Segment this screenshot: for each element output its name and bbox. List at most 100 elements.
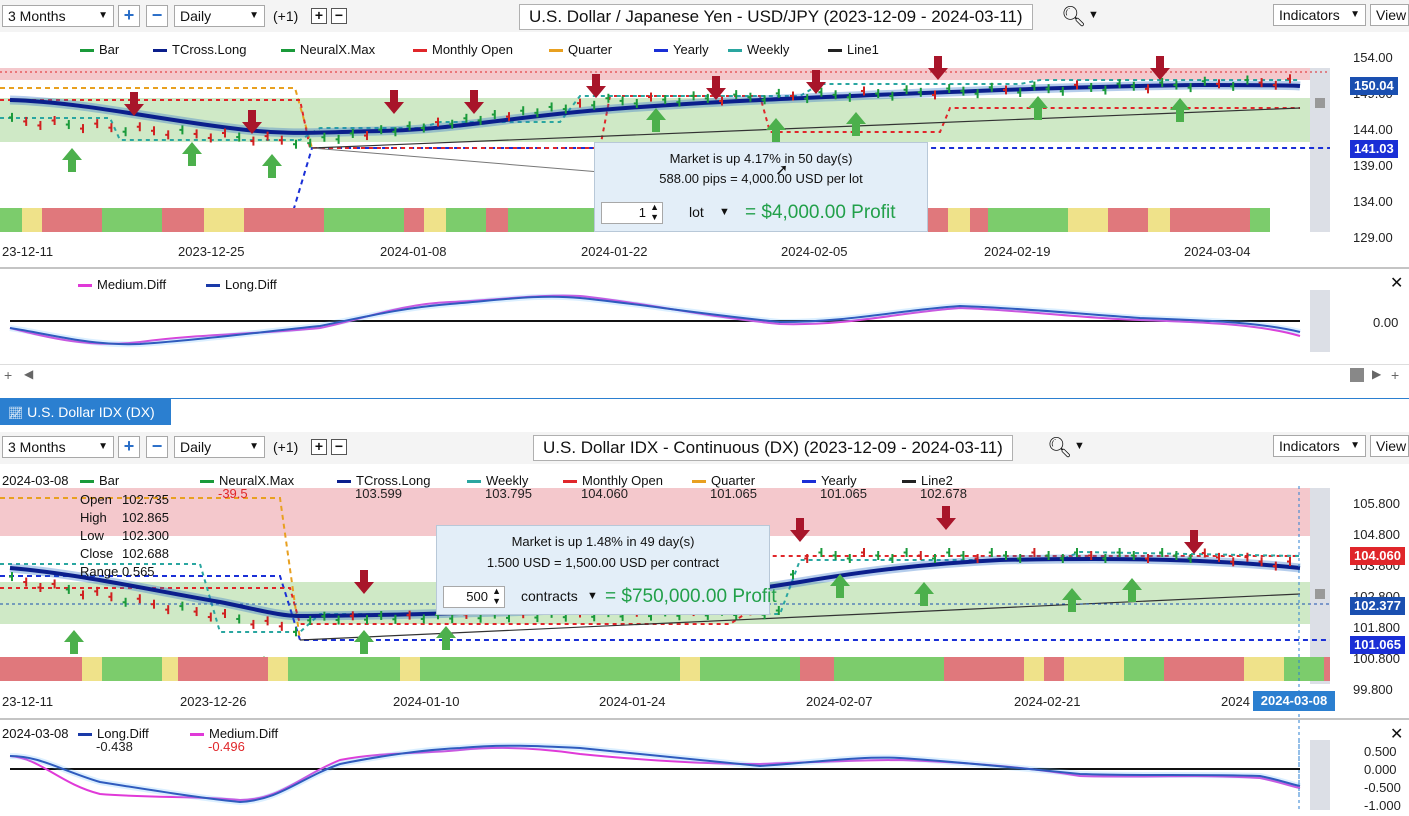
legend-item[interactable]: Line1 [828, 42, 879, 57]
expand-button[interactable]: + [311, 439, 327, 455]
chevron-down-icon: ▼ [1350, 440, 1360, 451]
legend-item[interactable]: Medium.Diff [78, 277, 166, 292]
sentiment-cell [82, 657, 102, 681]
legend-swatch [549, 49, 563, 53]
zoom-in-button[interactable]: + [118, 5, 140, 27]
chevron-down-icon[interactable]: ▼ [1088, 9, 1099, 21]
indicators-button[interactable]: Indicators ▼ [1273, 4, 1366, 26]
legend-item[interactable]: Long.Diff [206, 277, 277, 292]
search-icon[interactable]: 🔍︎ [1061, 4, 1086, 29]
zoom-in-button[interactable]: + [118, 436, 140, 458]
buy-arrow-icon [262, 154, 282, 178]
range-select[interactable]: 3 Months ▼ [2, 436, 114, 458]
sentiment-cell [1244, 657, 1284, 681]
legend-item[interactable]: Quarter [549, 42, 612, 57]
interval-select[interactable]: Daily ▼ [174, 436, 265, 458]
sentiment-cell [288, 657, 300, 681]
date-tick: 2024-01-10 [393, 694, 460, 709]
quantity-stepper[interactable]: 1 ▲ ▼ [601, 202, 663, 224]
expand-button[interactable]: + [311, 8, 327, 24]
chart-tab-bar: 📈︎ U.S. Dollar IDX (DX) [0, 398, 1409, 427]
sentiment-cell [268, 657, 288, 681]
legend-swatch [80, 480, 94, 484]
scroll-left-icon[interactable]: ◀ [24, 367, 33, 381]
stepper-arrows-icon[interactable]: ▲ ▼ [650, 202, 659, 222]
view-button[interactable]: View [1370, 4, 1409, 26]
unit-select[interactable]: contracts [521, 588, 578, 604]
interval-select[interactable]: Daily ▼ [174, 5, 265, 27]
legend-item[interactable]: Monthly Open [413, 42, 513, 57]
collapse-button[interactable]: − [331, 8, 347, 24]
price-tag: 104.060 [1350, 547, 1405, 565]
sentiment-cell [404, 208, 424, 232]
date-tick: 23-12-11 [2, 244, 54, 259]
zoom-out-button[interactable]: − [146, 5, 168, 27]
quantity-stepper[interactable]: 500 ▲ ▼ [443, 586, 505, 608]
date-tick: 2023-12-26 [180, 694, 247, 709]
legend-swatch [190, 733, 204, 737]
scroll-right-icon[interactable]: ▶ [1372, 367, 1381, 381]
plus-icon[interactable]: + [1391, 367, 1399, 383]
view-button[interactable]: View [1370, 435, 1409, 457]
legend-item[interactable]: NeuralX.Max [281, 42, 375, 57]
dx-main-chart[interactable] [0, 464, 1409, 816]
date-tick: 2024-02-19 [984, 244, 1051, 259]
sentiment-cell [178, 657, 268, 681]
chart-icon: 📈︎ [8, 406, 24, 420]
zoom-out-button[interactable]: − [146, 436, 168, 458]
date-tick: 2024-02-05 [781, 244, 848, 259]
buy-arrow-icon [64, 630, 84, 654]
chevron-down-icon[interactable]: ▼ [719, 206, 730, 218]
chart-title[interactable]: U.S. Dollar / Japanese Yen - USD/JPY (20… [519, 4, 1033, 30]
legend-value: 103.599 [355, 486, 402, 501]
resistance-zone [0, 68, 1330, 80]
tab-label: U.S. Dollar IDX (DX) [27, 404, 155, 420]
legend-swatch [728, 49, 742, 53]
sentiment-cell [42, 208, 102, 232]
legend-swatch [902, 480, 916, 484]
legend-value: 102.678 [920, 486, 967, 501]
chart-title[interactable]: U.S. Dollar IDX - Continuous (DX) (2023-… [533, 435, 1013, 461]
legend-item[interactable]: Bar [80, 473, 119, 488]
offset-label: (+1) [273, 8, 299, 24]
legend-item[interactable]: Weekly [728, 42, 789, 57]
legend-item[interactable]: Bar [80, 42, 119, 57]
sentiment-cell [446, 208, 486, 232]
legend-label: NeuralX.Max [300, 42, 376, 57]
legend-value: -0.496 [208, 739, 245, 754]
collapse-button[interactable]: − [331, 439, 347, 455]
unit-select[interactable]: lot [689, 204, 704, 220]
sentiment-cell [700, 657, 800, 681]
close-icon[interactable]: ✕ [1390, 724, 1403, 744]
sentiment-cell [1044, 657, 1064, 681]
legend-swatch [281, 49, 295, 53]
sub-legend-date: 2024-03-08 [2, 726, 69, 741]
indicators-button[interactable]: Indicators ▼ [1273, 435, 1366, 457]
search-icon[interactable]: 🔍︎ [1047, 435, 1072, 460]
sentiment-cell [970, 208, 988, 232]
legend-item[interactable]: TCross.Long [153, 42, 246, 57]
chevron-down-icon[interactable]: ▼ [587, 590, 598, 602]
close-icon[interactable]: ✕ [1390, 273, 1403, 293]
ohlc-value: 102.735 [122, 492, 169, 507]
future-zone [1310, 488, 1330, 684]
range-select[interactable]: 3 Months ▼ [2, 5, 114, 27]
legend-label: Quarter [568, 42, 613, 57]
sentiment-cell [1148, 208, 1170, 232]
mouse-cursor-icon: ➚ [775, 162, 789, 179]
profit-tooltip: Market is up 1.48% in 49 day(s) 1.500 US… [436, 525, 777, 615]
sentiment-cell [162, 657, 178, 681]
price-tick: 101.800 [1353, 620, 1400, 635]
stepper-arrows-icon[interactable]: ▲ ▼ [492, 586, 501, 606]
plus-icon[interactable]: + [4, 367, 12, 383]
legend-swatch [337, 480, 351, 484]
long-diff-glow [9, 742, 1301, 806]
legend-item[interactable]: Yearly [654, 42, 709, 57]
tab-us-dollar-idx[interactable]: 📈︎ U.S. Dollar IDX (DX) [0, 399, 171, 425]
sentiment-cell [834, 657, 944, 681]
sentiment-cell [1284, 657, 1324, 681]
chevron-down-icon: ▼ [98, 441, 108, 452]
scroll-thumb[interactable] [1350, 368, 1364, 382]
chevron-down-icon[interactable]: ▼ [1074, 440, 1085, 452]
horizontal-scrollbar[interactable]: + ◀ ▶ + [0, 364, 1409, 385]
